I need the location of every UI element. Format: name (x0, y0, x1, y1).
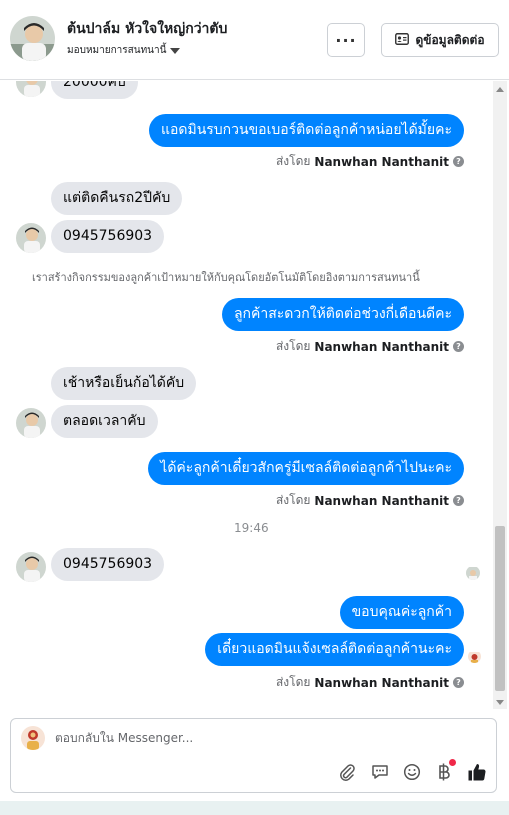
page-avatar (21, 726, 45, 750)
scroll-down-arrow-icon[interactable] (496, 700, 504, 705)
incoming-message: 0945756903 (51, 220, 165, 253)
chevron-down-icon (170, 47, 181, 54)
scroll-up-arrow-icon[interactable] (496, 87, 504, 92)
view-contact-label: ดูข้อมูลติดต่อ (415, 32, 485, 47)
help-icon[interactable]: ? (453, 677, 464, 688)
assign-conversation-dropdown[interactable]: มอบหมายการสนทนานี้ (67, 43, 181, 58)
sent-by-prefix: ส่งโดย (275, 339, 311, 353)
scrollbar-thumb[interactable] (495, 526, 505, 691)
contact-avatar-small (16, 408, 46, 438)
view-contact-button[interactable]: ดูข้อมูลติดต่อ (381, 23, 499, 57)
baht-icon[interactable] (434, 759, 456, 782)
contact-name[interactable]: ต้นปาล์ม หัวใจใหญ่กว่าตับ (67, 18, 227, 40)
contact-avatar-small (16, 552, 46, 582)
conversation-header: ต้นปาล์ม หัวใจใหญ่กว่าตับ มอบหมายการสนทน… (0, 0, 509, 80)
notification-dot (449, 759, 456, 766)
sender-name: Nanwhan Nanthanit (314, 339, 449, 354)
footer-strip (0, 801, 509, 815)
help-icon[interactable]: ? (453, 156, 464, 167)
sent-by-label: ส่งโดย Nanwhan Nanthanit ? (276, 491, 464, 510)
thread-scrollbar[interactable] (493, 81, 507, 709)
assign-label: มอบหมายการสนทนานี้ (67, 45, 167, 56)
system-notice: เราสร้างกิจกรรมของลูกค้าเป้าหมายให้กับคุ… (32, 271, 420, 284)
emoji-icon[interactable] (402, 762, 422, 782)
contact-avatar-small (16, 223, 46, 253)
seen-avatar (466, 566, 480, 580)
contact-avatar-small (16, 81, 46, 97)
sent-by-prefix: ส่งโดย (275, 675, 311, 689)
outgoing-message: เดี๋ยวแอดมินแจ้งเซลล์ติดต่อลูกค้านะคะ (205, 633, 464, 666)
sent-by-label: ส่งโดย Nanwhan Nanthanit ? (276, 152, 464, 171)
contact-card-icon (395, 32, 410, 48)
composer-area (0, 709, 509, 815)
like-icon[interactable] (467, 762, 487, 782)
incoming-message: แต่ติดคืนรถ2ปีคับ (51, 182, 183, 215)
incoming-message: ตลอดเวลาคับ (51, 405, 158, 438)
page-avatar-small (468, 650, 481, 663)
message-thread: 20000คับ แอดมินรบกวนขอเบอร์ติดต่อลูกค้าห… (0, 81, 509, 709)
contact-avatar[interactable] (10, 16, 55, 61)
incoming-message: เช้าหรือเย็นก้อได้คับ (51, 367, 197, 400)
reply-composer (10, 718, 497, 793)
outgoing-message: ขอบคุณค่ะลูกค้า (339, 596, 464, 629)
help-icon[interactable]: ? (453, 495, 464, 506)
outgoing-message: ได้ค่ะลูกค้าเดี๋ยวสักครู่มีเซลล์ติดต่อลู… (148, 452, 464, 485)
incoming-message: 0945756903 (51, 548, 165, 581)
sent-by-label: ส่งโดย Nanwhan Nanthanit ? (276, 337, 464, 356)
more-icon: ··· (335, 30, 357, 50)
reply-input[interactable] (55, 731, 355, 745)
help-icon[interactable]: ? (453, 341, 464, 352)
attach-icon[interactable] (337, 762, 357, 782)
outgoing-message: แอดมินรบกวนขอเบอร์ติดต่อลูกค้าหน่อยได้มั… (148, 114, 464, 147)
more-options-button[interactable]: ··· (327, 23, 365, 57)
saved-reply-icon[interactable] (370, 762, 390, 782)
sent-by-prefix: ส่งโดย (275, 154, 311, 168)
sender-name: Nanwhan Nanthanit (314, 154, 449, 169)
incoming-message: 20000คับ (51, 81, 138, 99)
sender-name: Nanwhan Nanthanit (314, 675, 449, 690)
sent-by-prefix: ส่งโดย (275, 493, 311, 507)
sender-name: Nanwhan Nanthanit (314, 493, 449, 508)
sent-by-label: ส่งโดย Nanwhan Nanthanit ? (276, 673, 464, 692)
message-timestamp: 19:46 (234, 521, 269, 535)
outgoing-message: ลูกค้าสะดวกให้ติดต่อช่วงกี่เดือนดีคะ (221, 298, 464, 331)
